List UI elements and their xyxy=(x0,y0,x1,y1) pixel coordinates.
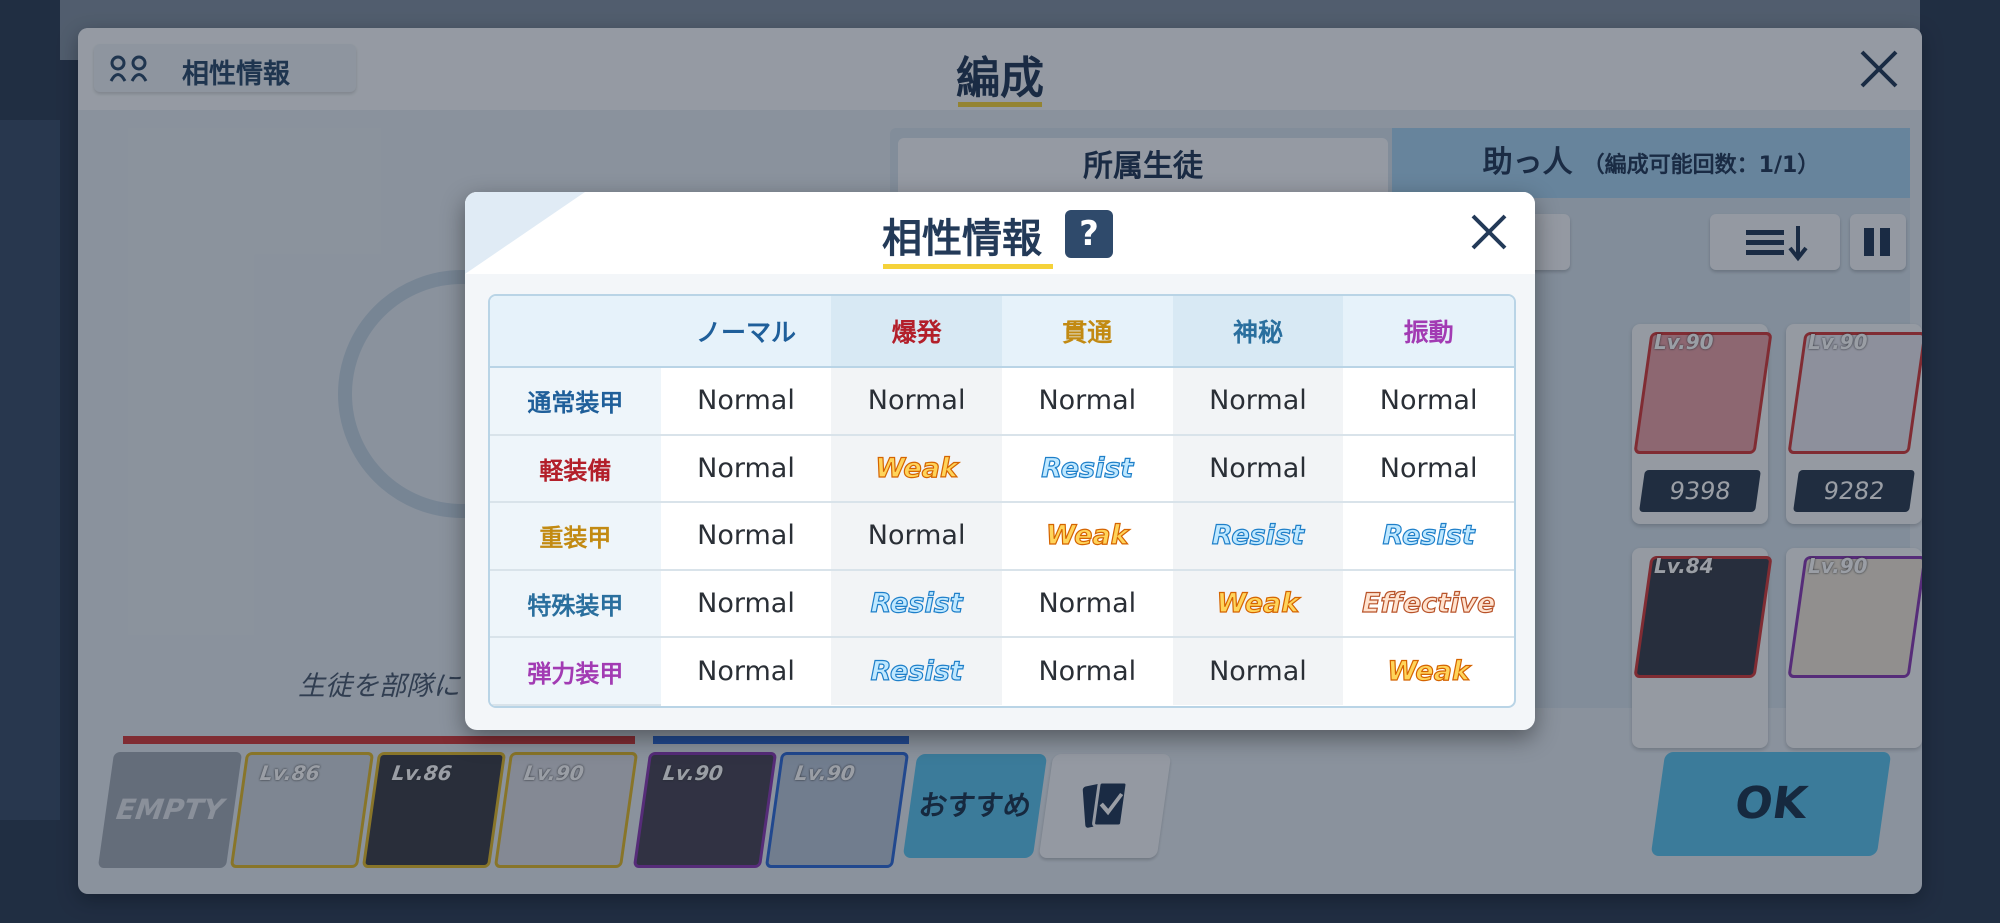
popup-title: 相性情報 xyxy=(882,216,1042,262)
table-cell: Normal xyxy=(1343,367,1514,436)
table-cell: Normal xyxy=(697,656,795,688)
table-cell: Resist xyxy=(1001,434,1173,504)
table-row: 重装甲 Normal Normal Weak Resist Resist xyxy=(490,502,1514,571)
table-cell: Normal xyxy=(831,502,1002,571)
table-cell: Normal xyxy=(660,502,832,571)
table-cell: Normal xyxy=(1172,637,1344,705)
help-icon[interactable]: ? xyxy=(1065,210,1113,258)
table-row: 軽装備 Normal Weak Resist Normal Normal xyxy=(490,434,1514,504)
table-cell: Normal xyxy=(1001,569,1173,639)
column-header-piercing: 貫通 xyxy=(1001,296,1173,368)
table-row: 特殊装甲 Normal Resist Normal Weak Effective xyxy=(490,569,1514,639)
table-cell: Normal xyxy=(1038,656,1137,688)
row-header-elastic-armor: 弾力装甲 xyxy=(490,637,661,706)
table-cell: Normal xyxy=(1343,434,1514,504)
table-row: 通常装甲 Normal Normal Normal Normal Normal xyxy=(490,367,1514,436)
row-header-light-armor: 軽装備 xyxy=(490,434,661,504)
table-cell: Normal xyxy=(1172,434,1344,504)
close-icon[interactable] xyxy=(1469,212,1509,252)
table-cell: Normal xyxy=(660,434,832,504)
column-header-explosive: 爆発 xyxy=(831,296,1002,368)
table-cell: Weak xyxy=(1001,502,1173,571)
popup-title-underline xyxy=(883,264,1053,269)
table-cell: Weak xyxy=(831,434,1002,504)
table-cell: Normal xyxy=(660,367,832,436)
table-cell: Weak xyxy=(1387,656,1471,688)
header-decoration xyxy=(465,192,585,274)
column-header-mystic: 神秘 xyxy=(1172,296,1344,368)
table-cell: Resist xyxy=(1343,502,1514,571)
table-cell: Weak xyxy=(1172,569,1344,639)
column-header-normal: ノーマル xyxy=(660,296,832,368)
table-cell: Normal xyxy=(831,367,1002,436)
table-row: 弾力装甲 Normal Resist Normal Normal Weak xyxy=(490,637,1514,706)
table-cell: Resist xyxy=(831,569,1002,639)
table-cell: Normal xyxy=(1172,367,1344,436)
row-header-special-armor: 特殊装甲 xyxy=(490,569,661,639)
row-header-heavy-armor: 重装甲 xyxy=(490,502,661,571)
table-cell: Resist xyxy=(1172,502,1344,571)
row-header-normal-armor: 通常装甲 xyxy=(490,367,661,436)
affinity-table: ノーマル 爆発 貫通 神秘 振動 通常装甲 Normal Normal Norm… xyxy=(488,294,1516,708)
table-cell: Normal xyxy=(660,569,832,639)
table-cell: Resist xyxy=(831,637,1002,705)
popup-header: 相性情報 ? xyxy=(465,192,1535,274)
corner-cell xyxy=(490,296,661,368)
column-header-sonic: 振動 xyxy=(1343,296,1514,368)
table-cell: Normal xyxy=(1001,367,1173,436)
table-cell: Effective xyxy=(1343,569,1514,639)
table-header-row: ノーマル 爆発 貫通 神秘 振動 xyxy=(490,296,1514,368)
affinity-info-popup: 相性情報 ? ノーマル 爆発 貫通 神秘 振動 通常装甲 Normal Norm… xyxy=(465,192,1535,730)
